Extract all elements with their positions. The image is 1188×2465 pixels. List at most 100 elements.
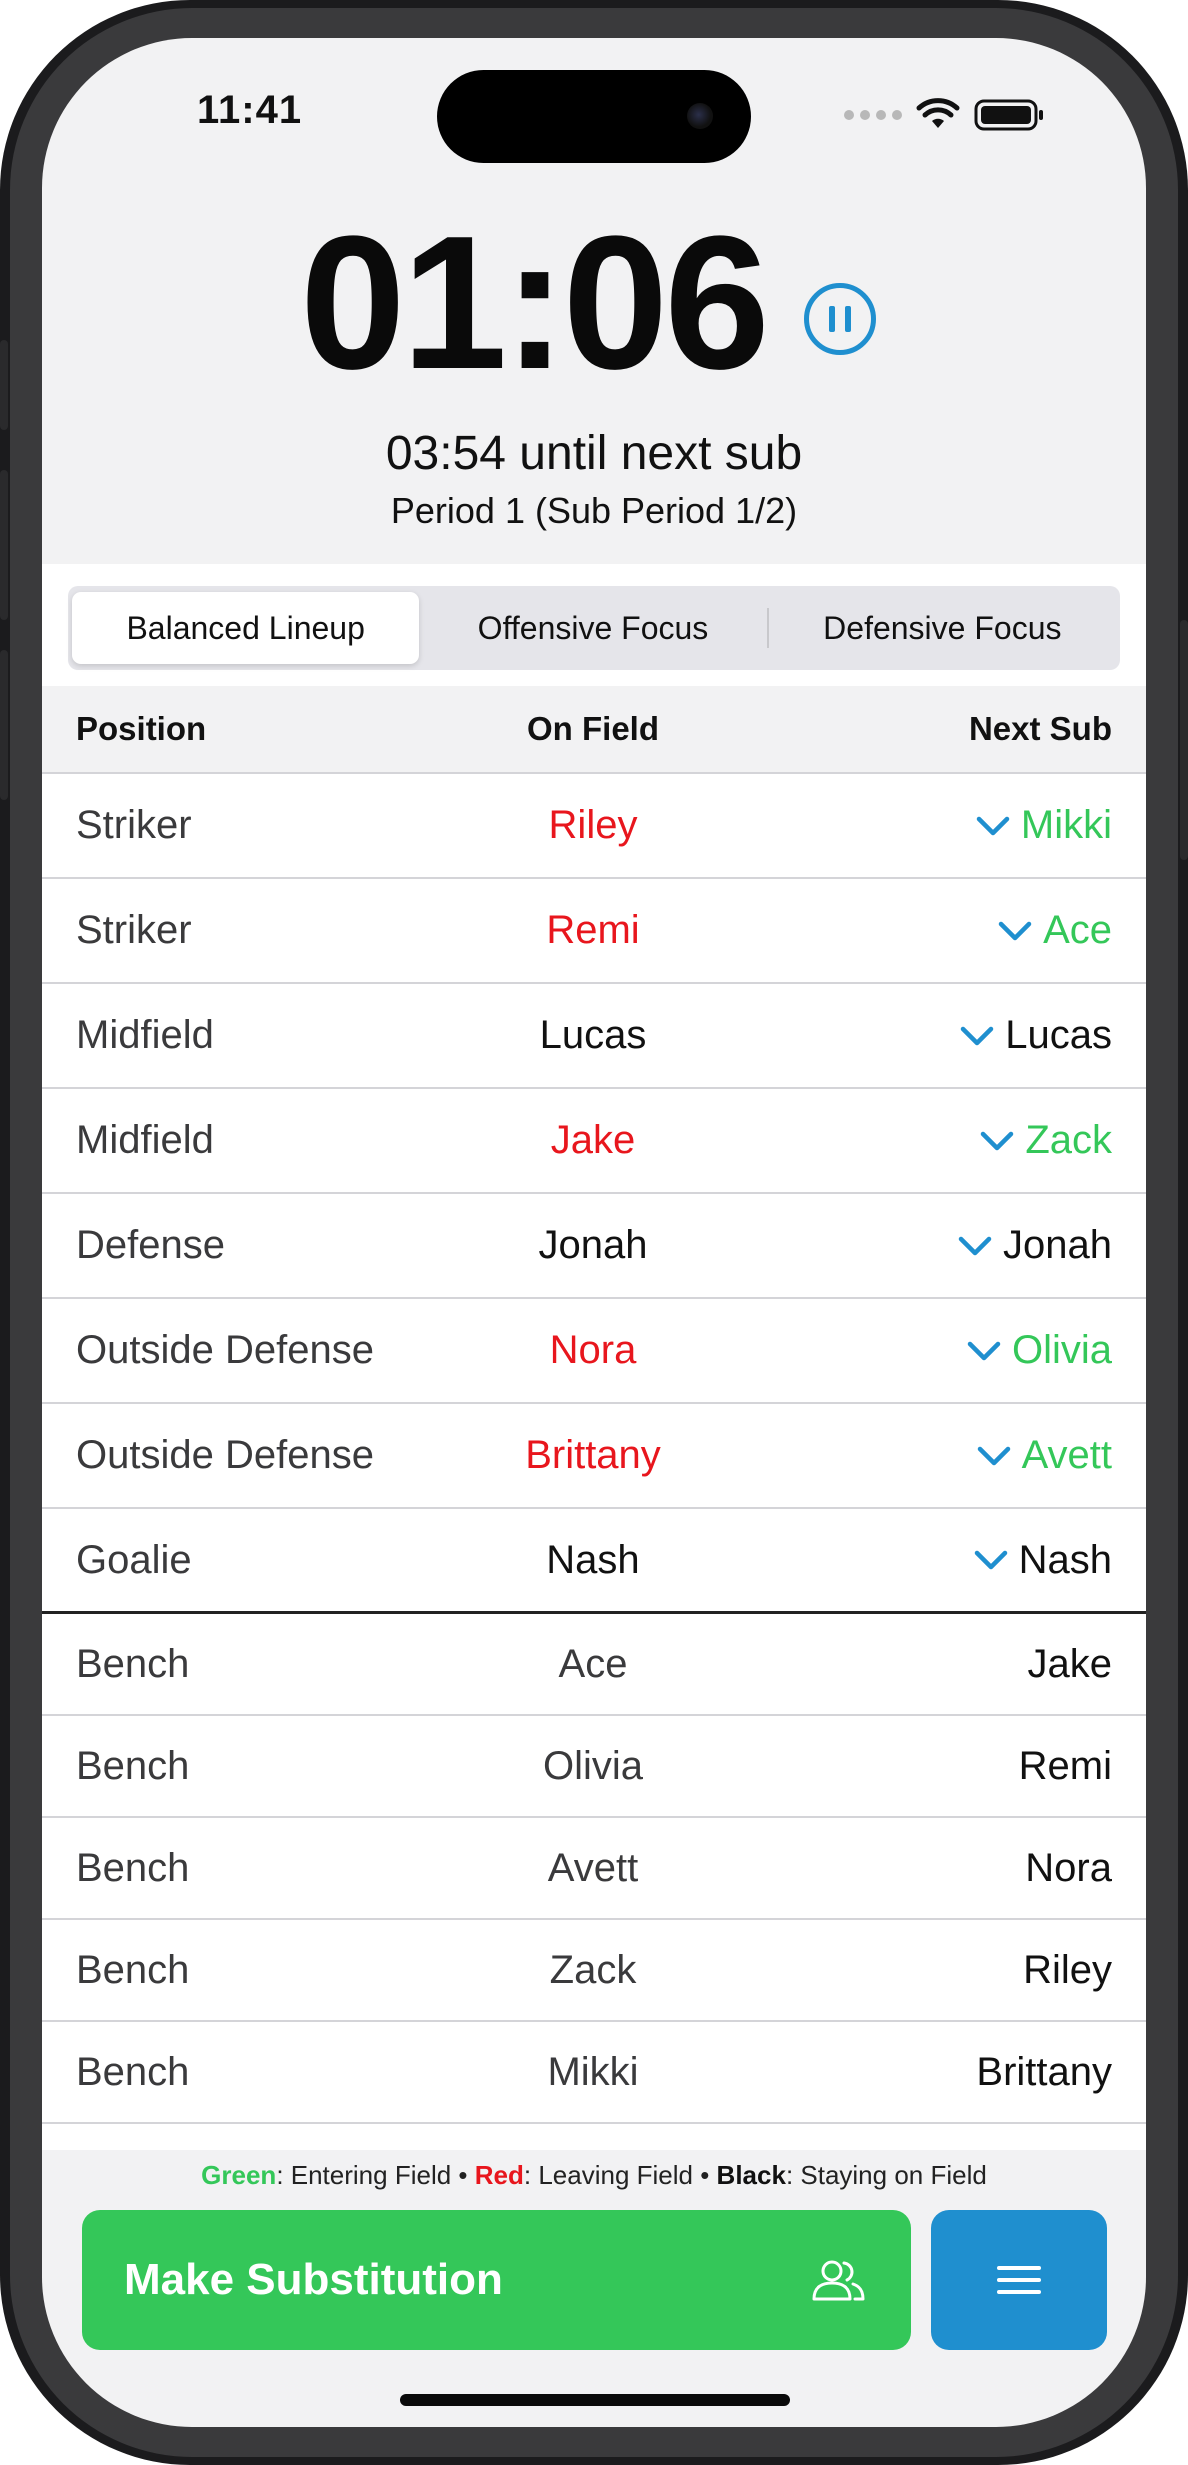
period-indicator: Period 1 (Sub Period 1/2) bbox=[390, 490, 798, 531]
row-position: Midfield bbox=[76, 1118, 214, 1162]
lineup-segmented-control: Balanced Lineup Offensive Focus Defensiv… bbox=[68, 586, 1120, 670]
chevron-down-icon bbox=[974, 1550, 1007, 1570]
next-sub-picker[interactable]: Nash bbox=[778, 1538, 1146, 1583]
row-position: Bench bbox=[76, 2049, 190, 2094]
table-row: Bench Olivia Remi bbox=[42, 1716, 1146, 1818]
table-header: Position On Field Next Sub bbox=[42, 686, 1146, 774]
chevron-down-icon bbox=[998, 921, 1032, 940]
volume-up-button bbox=[0, 470, 8, 620]
elapsed-timer: 01:06 bbox=[300, 197, 770, 409]
table-row: Striker Riley Mikki bbox=[42, 774, 1146, 879]
row-bench-player: Mikki bbox=[547, 2049, 639, 2094]
cellular-signal-icon bbox=[844, 110, 902, 120]
status-icons bbox=[844, 98, 1046, 132]
row-bench-player: Ace bbox=[558, 1641, 628, 1686]
row-bench-player: Zack bbox=[549, 1947, 637, 1992]
wifi-icon bbox=[916, 98, 960, 128]
legend-red-text: : Leaving Field bbox=[523, 2160, 693, 2190]
row-bench-player: Olivia bbox=[542, 1743, 644, 1788]
chevron-down-icon bbox=[977, 1446, 1010, 1465]
chevron-down-icon bbox=[967, 1341, 1001, 1360]
row-position: Bench bbox=[76, 1743, 190, 1788]
bench-rows: Bench Ace Jake Bench Olivia Remi Bench Avett Nor… bbox=[42, 1614, 1146, 2124]
menu-icon bbox=[997, 2266, 1041, 2294]
row-next-sub-player: Olivia bbox=[1011, 1328, 1112, 1372]
chevron-down-icon bbox=[961, 1026, 994, 1045]
pause-circle-icon bbox=[829, 306, 835, 332]
tab-offensive-focus[interactable]: Offensive Focus bbox=[419, 592, 766, 664]
table-row: Bench Ace Jake bbox=[42, 1614, 1146, 1716]
table-row: Outside Defense Brittany Avett bbox=[42, 1404, 1146, 1509]
tab-defensive-focus[interactable]: Defensive Focus bbox=[769, 592, 1116, 664]
row-bench-player: Avett bbox=[547, 1845, 639, 1890]
row-next-sub-player: Lucas bbox=[1005, 1013, 1112, 1057]
table-row: Bench Mikki Brittany bbox=[42, 2022, 1146, 2124]
next-sub-picker[interactable]: Olivia bbox=[778, 1328, 1146, 1373]
row-position: Outside Defense bbox=[76, 1433, 374, 1477]
table-row: Striker Remi Ace bbox=[42, 879, 1146, 984]
tab-balanced-lineup[interactable]: Balanced Lineup bbox=[72, 592, 420, 664]
home-indicator bbox=[400, 2394, 790, 2406]
field-rows: Striker Riley Mikki Striker Remi Ace Midfield L… bbox=[42, 774, 1146, 1614]
row-position: Striker bbox=[76, 908, 192, 952]
legend-red-label: Red bbox=[474, 2160, 524, 2190]
battery-icon bbox=[974, 99, 1043, 131]
lineup-table: Position On Field Next Sub Striker Riley M… bbox=[42, 686, 1146, 2124]
row-next-bench-player: Jake bbox=[1027, 1641, 1113, 1686]
timer-row: 01:06 bbox=[42, 197, 1146, 409]
row-next-sub-player: Ace bbox=[1043, 908, 1112, 952]
row-next-bench-player: Brittany bbox=[976, 2049, 1112, 2094]
row-next-sub-player: Jonah bbox=[1003, 1223, 1112, 1267]
next-sub-picker[interactable]: Mikki bbox=[778, 803, 1146, 848]
row-position: Bench bbox=[76, 1845, 190, 1890]
legend-green-text: : Entering Field bbox=[276, 2160, 452, 2190]
pause-button[interactable] bbox=[804, 283, 876, 355]
row-next-bench-player: Riley bbox=[1023, 1947, 1112, 1992]
table-row: Defense Jonah Jonah bbox=[42, 1194, 1146, 1299]
legend-green-label: Green bbox=[201, 2160, 277, 2190]
row-on-field-player: Jonah bbox=[538, 1223, 648, 1267]
power-button bbox=[1180, 620, 1188, 860]
dynamic-island bbox=[437, 70, 751, 163]
chevron-down-icon bbox=[958, 1236, 992, 1255]
row-on-field-player: Brittany bbox=[525, 1433, 661, 1477]
row-position: Bench bbox=[76, 1947, 190, 1992]
camera-icon bbox=[687, 103, 713, 129]
row-position: Defense bbox=[76, 1223, 225, 1267]
next-sub-picker[interactable]: Ace bbox=[778, 908, 1146, 953]
table-row: Bench Avett Nora bbox=[42, 1818, 1146, 1920]
legend-black-label: Black bbox=[716, 2160, 786, 2190]
table-row: Goalie Nash Nash bbox=[42, 1509, 1146, 1614]
row-next-sub-player: Mikki bbox=[1020, 803, 1112, 847]
action-button bbox=[0, 340, 8, 430]
next-sub-countdown: 03:54 until next sub bbox=[385, 427, 803, 480]
table-row: Outside Defense Nora Olivia bbox=[42, 1299, 1146, 1404]
make-substitution-label: Make Substitution bbox=[124, 2255, 503, 2304]
row-position: Outside Defense bbox=[76, 1328, 374, 1372]
header-position: Position bbox=[76, 710, 207, 747]
volume-down-button bbox=[0, 650, 8, 800]
chevron-down-icon bbox=[976, 816, 1010, 835]
table-row: Bench Zack Riley bbox=[42, 1920, 1146, 2022]
table-row: Midfield Jake Zack bbox=[42, 1089, 1146, 1194]
menu-button[interactable] bbox=[931, 2210, 1107, 2350]
row-on-field-player: Nash bbox=[546, 1537, 640, 1582]
color-legend: Green: Entering Field • Red: Leaving Fie… bbox=[42, 2150, 1146, 2200]
status-time: 11:41 bbox=[197, 88, 303, 132]
next-sub-picker[interactable]: Lucas bbox=[778, 1013, 1146, 1058]
next-sub-picker[interactable]: Zack bbox=[778, 1118, 1146, 1163]
row-on-field-player: Lucas bbox=[539, 1013, 647, 1057]
next-sub-picker[interactable]: Avett bbox=[778, 1433, 1146, 1478]
row-position: Goalie bbox=[76, 1537, 192, 1582]
row-next-sub-player: Nash bbox=[1018, 1537, 1112, 1582]
row-position: Midfield bbox=[76, 1013, 214, 1057]
row-position: Striker bbox=[76, 803, 192, 847]
next-sub-picker[interactable]: Jonah bbox=[778, 1223, 1146, 1268]
make-substitution-button[interactable]: Make Substitution bbox=[82, 2210, 911, 2350]
app-screen: 11:41 01:06 03:54 until next sub Period … bbox=[42, 38, 1146, 2427]
row-on-field-player: Jake bbox=[550, 1118, 636, 1162]
row-next-bench-player: Nora bbox=[1025, 1845, 1112, 1890]
row-on-field-player: Riley bbox=[548, 803, 638, 847]
row-next-bench-player: Remi bbox=[1018, 1743, 1112, 1788]
row-next-sub-player: Zack bbox=[1025, 1118, 1112, 1162]
